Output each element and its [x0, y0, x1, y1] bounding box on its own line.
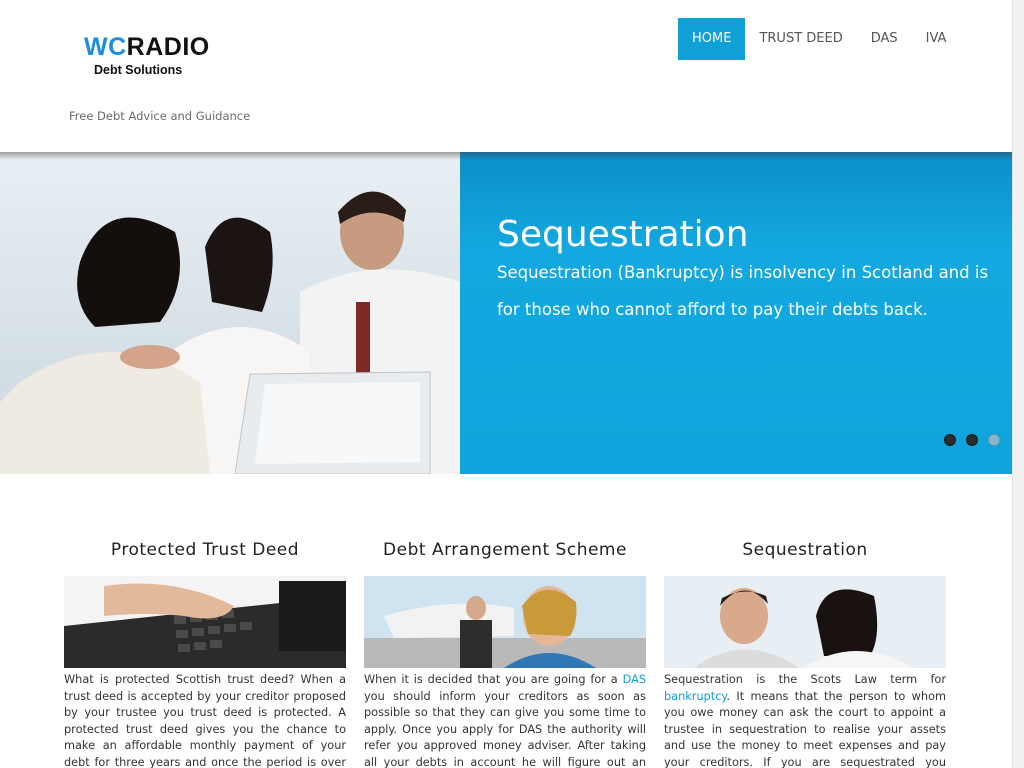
- das-link[interactable]: DAS: [623, 673, 646, 686]
- column-title: Protected Trust Deed: [110, 540, 300, 560]
- column-title: Sequestration: [742, 540, 868, 560]
- slider-top-shadow: [0, 152, 1012, 160]
- hero-slider: Sequestration Sequestration (Bankruptcy)…: [0, 152, 1012, 474]
- main-nav: HOME TRUST DEED DAS IVA: [678, 18, 960, 60]
- slide-photo-office-team: [0, 152, 460, 474]
- logo-wordmark: WCRADIO: [84, 33, 210, 61]
- thumb-keyboard-hand: [64, 576, 346, 668]
- slider-dot-3[interactable]: [988, 434, 1000, 446]
- nav-das[interactable]: DAS: [857, 18, 912, 60]
- column-text: What is protected Scottish trust deed? W…: [64, 673, 346, 768]
- slide-text: Sequestration (Bankruptcy) is insolvency…: [497, 263, 989, 319]
- slider-dot-2[interactable]: [966, 434, 978, 446]
- column-text: Sequestration is the Scots Law term for …: [664, 673, 946, 768]
- slider-dot-1[interactable]: [944, 434, 956, 446]
- feature-column-das: Debt Arrangement Scheme When it is decid…: [364, 540, 646, 768]
- bankruptcy-link[interactable]: bankruptcy: [664, 690, 727, 703]
- logo-subtitle: Debt Solutions: [94, 63, 183, 77]
- column-text: When it is decided that you are going fo…: [364, 673, 646, 768]
- column-title: Debt Arrangement Scheme: [383, 540, 627, 560]
- slide-title: Sequestration: [497, 214, 749, 255]
- feature-column-sequestration: Sequestration Sequestration is the Scots…: [664, 540, 946, 768]
- page-scrollbar-edge: [1012, 0, 1024, 768]
- slide-caption-panel: Sequestration Sequestration (Bankruptcy)…: [460, 152, 1012, 474]
- feature-column-trust-deed: Protected Trust Deed What is protected S…: [64, 540, 346, 768]
- office-team-illustration: [0, 152, 460, 474]
- nav-home[interactable]: HOME: [678, 18, 746, 60]
- nav-trust-deed[interactable]: TRUST DEED: [745, 18, 856, 60]
- site-header: WCRADIO Debt Solutions Free Debt Advice …: [0, 0, 1012, 152]
- airport-illustration: [364, 576, 646, 668]
- site-tagline: Free Debt Advice and Guidance: [69, 109, 251, 123]
- slider-pagination: [944, 434, 1000, 446]
- thumb-airport-woman: [364, 576, 646, 668]
- nav-iva[interactable]: IVA: [912, 18, 961, 60]
- thumb-business-couple: [664, 576, 946, 668]
- business-couple-illustration: [664, 576, 946, 668]
- keyboard-illustration: [64, 576, 346, 668]
- site-logo[interactable]: WCRADIO Debt Solutions: [84, 33, 210, 77]
